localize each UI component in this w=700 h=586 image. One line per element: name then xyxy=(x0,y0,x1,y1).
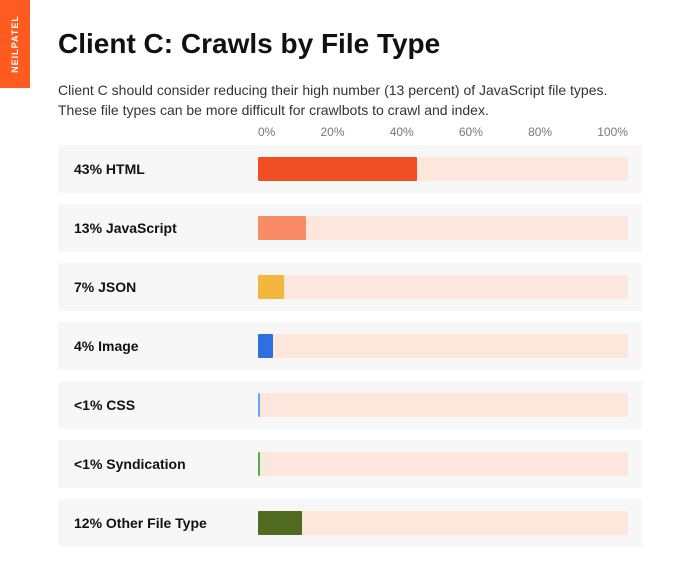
axis-tick: 100% xyxy=(597,125,628,139)
axis-tick: 40% xyxy=(390,125,414,139)
bar-fill xyxy=(258,393,260,417)
bar-row: 7% JSON xyxy=(58,263,642,311)
bar-row: <1% Syndication xyxy=(58,440,642,488)
bar-fill xyxy=(258,216,306,240)
axis-tick: 60% xyxy=(459,125,483,139)
x-axis: 0% 20% 40% 60% 80% 100% xyxy=(258,125,628,145)
bar-label: 13% JavaScript xyxy=(68,220,258,236)
bar-track xyxy=(258,393,628,417)
bar-fill xyxy=(258,511,302,535)
bar-fill xyxy=(258,334,273,358)
bar-fill xyxy=(258,452,260,476)
bar-row: 4% Image xyxy=(58,322,642,370)
bar-label: <1% CSS xyxy=(68,397,258,413)
bar-label: 4% Image xyxy=(68,338,258,354)
bar-label: 12% Other File Type xyxy=(68,515,258,531)
bar-label: <1% Syndication xyxy=(68,456,258,472)
bar-label: 43% HTML xyxy=(68,161,258,177)
bar-fill xyxy=(258,157,417,181)
page-title: Client C: Crawls by File Type xyxy=(58,28,642,60)
bar-fill xyxy=(258,275,284,299)
bar-track xyxy=(258,334,628,358)
bar-track xyxy=(258,511,628,535)
axis-tick: 0% xyxy=(258,125,275,139)
brand-tab-label: NEILPATEL xyxy=(10,15,20,73)
bar-track xyxy=(258,452,628,476)
axis-tick: 20% xyxy=(321,125,345,139)
axis-tick: 80% xyxy=(528,125,552,139)
chart-description: Client C should consider reducing their … xyxy=(58,80,642,121)
bar-track xyxy=(258,157,628,181)
bar-track xyxy=(258,216,628,240)
chart-area: 0% 20% 40% 60% 80% 100% 43% HTML 13% Java… xyxy=(58,125,642,547)
bar-row: 43% HTML xyxy=(58,145,642,193)
bar-row: 12% Other File Type xyxy=(58,499,642,547)
bar-label: 7% JSON xyxy=(68,279,258,295)
bar-rows: 43% HTML 13% JavaScript 7% JSON 4% Image <1%… xyxy=(58,145,642,547)
bar-row: <1% CSS xyxy=(58,381,642,429)
bar-track xyxy=(258,275,628,299)
brand-tab: NEILPATEL xyxy=(0,0,30,88)
chart-container: Client C: Crawls by File Type Client C s… xyxy=(0,0,700,578)
bar-row: 13% JavaScript xyxy=(58,204,642,252)
